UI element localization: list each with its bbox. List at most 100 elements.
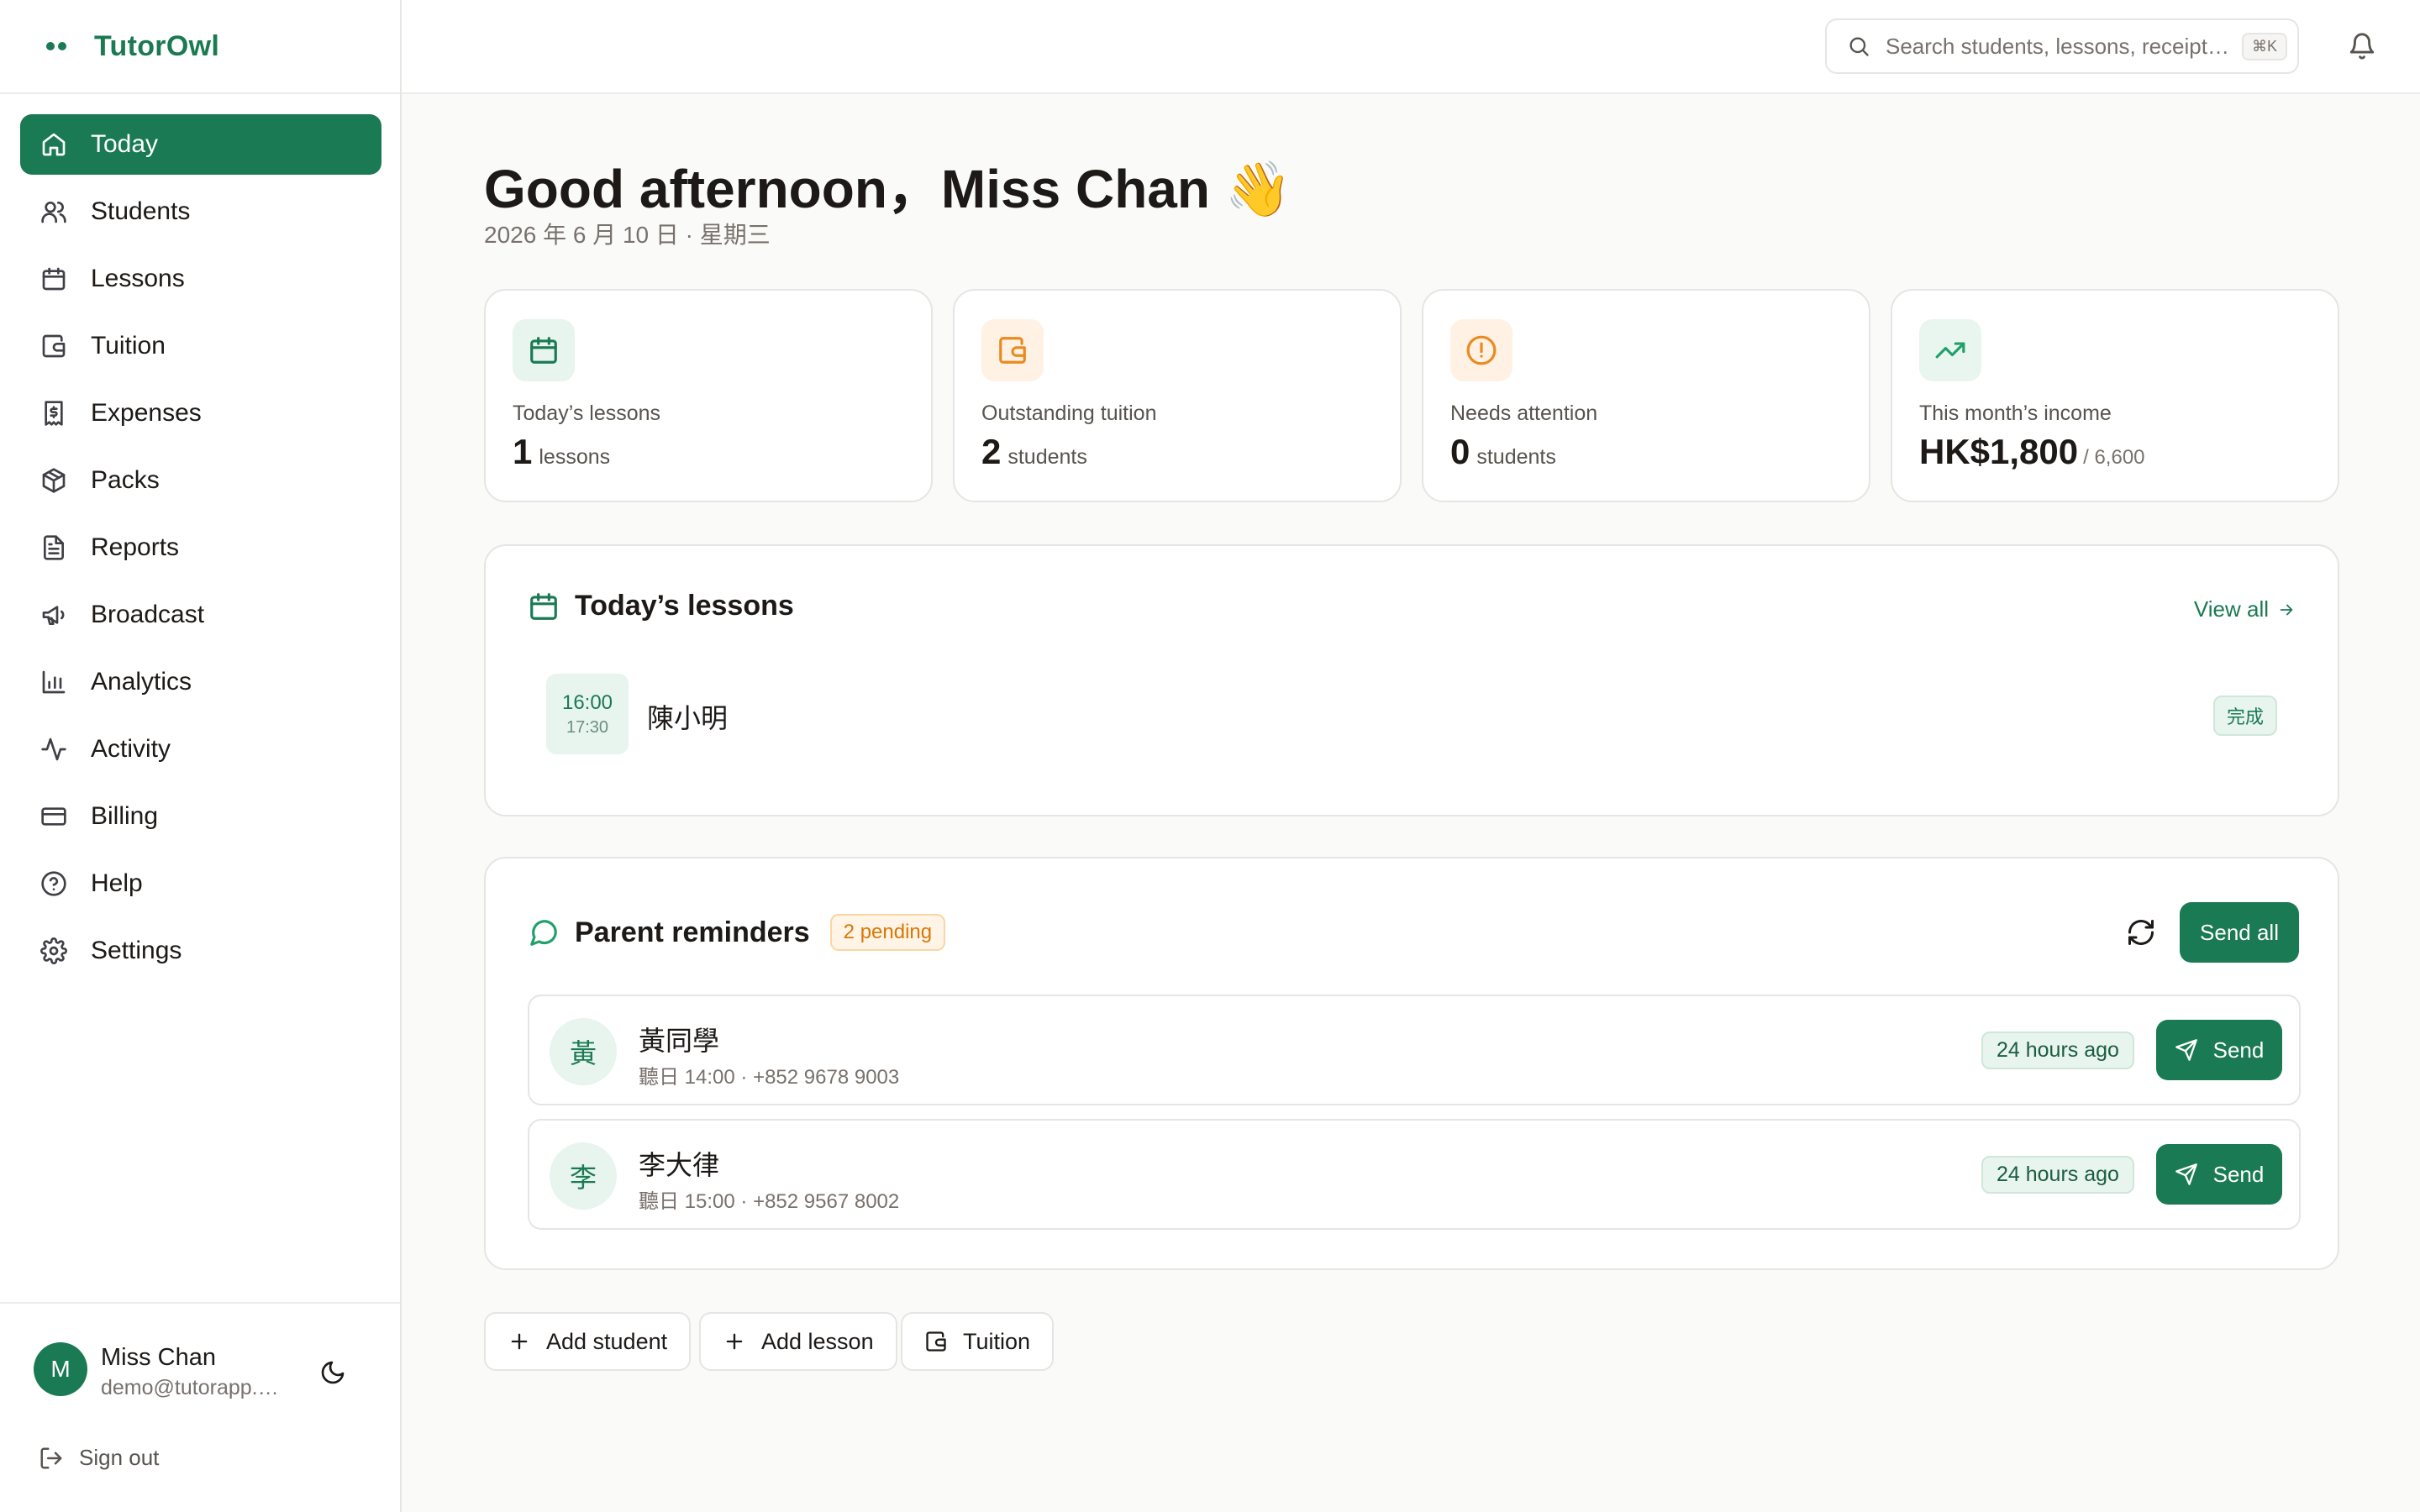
card-title-text: Today’s lessons: [575, 590, 794, 622]
sidebar-item-settings[interactable]: Settings: [20, 921, 381, 981]
user-name: Miss Chan: [101, 1344, 216, 1371]
sidebar-item-today[interactable]: Today: [20, 114, 381, 175]
lesson-end: 17:30: [566, 717, 609, 737]
message-circle-icon: [530, 920, 557, 946]
user-email: demo@tutorapp.com: [101, 1376, 286, 1399]
lesson-time: 16:00 17:30: [546, 674, 629, 754]
user-panel: M Miss Chan demo@tutorapp.com Sign out: [0, 1302, 400, 1512]
stat-value-row: 0 students: [1450, 432, 1556, 472]
sidebar-item-label: Analytics: [91, 668, 192, 696]
send-button[interactable]: Send: [2156, 1020, 2282, 1080]
stat-value: 0: [1450, 432, 1470, 471]
stat-value: HK$1,800: [1919, 432, 2079, 471]
gear-icon: [40, 937, 67, 964]
sidebar: TutorOwl Today Students Lessons Tuition …: [0, 0, 402, 1512]
view-all-label: View all: [2193, 596, 2269, 622]
receipt-icon: [45, 401, 63, 426]
page-title: Good afternoon，Miss Chan 👋: [484, 159, 1292, 219]
stat-value-row: 2 students: [981, 432, 1087, 472]
sidebar-item-reports[interactable]: Reports: [20, 517, 381, 578]
reminder-schedule: 聽日 15:00: [639, 1190, 735, 1213]
owl-logo-icon: [46, 42, 66, 50]
stat-label: Outstanding tuition: [981, 402, 1157, 425]
credit-card-icon: [41, 807, 66, 826]
sidebar-item-label: Tuition: [91, 332, 166, 360]
avatar: 黃: [550, 1018, 617, 1085]
home-icon: [42, 133, 66, 156]
todays-lessons-card: Today’s lessons View all 16:00 17:30 陳小明…: [484, 544, 2339, 816]
sidebar-item-help[interactable]: Help: [20, 853, 381, 914]
view-all-link[interactable]: View all: [2194, 596, 2296, 622]
sidebar-item-activity[interactable]: Activity: [20, 719, 381, 780]
stat-card-monthly-income[interactable]: This month’s income HK$1,800/ 6,600: [1891, 289, 2339, 502]
users-icon: [41, 202, 66, 223]
sidebar-item-label: Students: [91, 197, 191, 225]
sidebar-item-students[interactable]: Students: [20, 181, 381, 242]
topbar: Search students, lessons, receipts... ⌘K: [402, 0, 2420, 94]
lesson-start: 16:00: [561, 690, 613, 714]
stat-value-row: 1 lessons: [513, 432, 610, 472]
reminder-phone: +852 9567 8002: [753, 1190, 900, 1213]
stat-icon-chip: [1919, 319, 1981, 381]
sidebar-item-analytics[interactable]: Analytics: [20, 652, 381, 712]
bell-icon[interactable]: [2348, 32, 2376, 60]
megaphone-icon: [42, 606, 65, 625]
wallet-icon: [926, 1331, 946, 1352]
send-label: Send: [2212, 1161, 2265, 1187]
send-all-button[interactable]: Send all: [2180, 902, 2299, 963]
stat-icon-chip: [513, 319, 575, 381]
arrow-right-icon: [2280, 604, 2293, 615]
tuition-button[interactable]: Tuition: [901, 1312, 1055, 1371]
stat-unit: lessons: [539, 445, 611, 469]
list-item: 黃 黃同學 聽日 14:00 · +852 9678 9003 24 hours…: [528, 995, 2301, 1105]
stat-value: 2: [981, 432, 1002, 471]
stat-card-needs-attention[interactable]: Needs attention 0 students: [1422, 289, 1870, 502]
sidebar-item-expenses[interactable]: Expenses: [20, 383, 381, 444]
moon-icon[interactable]: [319, 1359, 346, 1386]
status-badge: 完成: [2212, 696, 2277, 736]
reminder-meta: 聽日 14:00 · +852 9678 9003: [639, 1066, 900, 1089]
stat-card-todays-lessons[interactable]: Today’s lessons 1 lessons: [484, 289, 933, 502]
sidebar-nav: Today Students Lessons Tuition Expenses …: [20, 114, 381, 988]
sidebar-item-billing[interactable]: Billing: [20, 786, 381, 847]
search-input[interactable]: Search students, lessons, receipts... ⌘K: [1825, 18, 2299, 74]
sidebar-item-label: Activity: [91, 735, 171, 763]
sidebar-item-broadcast[interactable]: Broadcast: [20, 585, 381, 645]
send-button[interactable]: Send: [2156, 1144, 2282, 1205]
avatar[interactable]: M: [34, 1342, 87, 1396]
bar-chart-icon: [42, 670, 66, 694]
alert-circle-icon: [1466, 335, 1497, 365]
stat-value: 1: [513, 432, 533, 471]
stat-label: This month’s income: [1919, 402, 2112, 425]
send-icon: [2175, 1163, 2197, 1185]
sidebar-item-tuition[interactable]: Tuition: [20, 316, 381, 376]
search-placeholder: Search students, lessons, receipts...: [1886, 33, 2230, 59]
stat-target: / 6,600: [2083, 446, 2145, 469]
send-icon: [2175, 1039, 2197, 1061]
brand[interactable]: TutorOwl: [0, 0, 400, 94]
refresh-icon[interactable]: [2126, 917, 2156, 948]
shortcut-badge: ⌘K: [2242, 32, 2288, 60]
sign-out-label: Sign out: [79, 1445, 160, 1470]
add-lesson-button[interactable]: Add lesson: [699, 1312, 897, 1371]
trending-up-icon: [1935, 342, 1965, 359]
activity-icon: [41, 738, 66, 761]
list-item: 李 李大律 聽日 15:00 · +852 9567 8002 24 hours…: [528, 1119, 2301, 1230]
sign-out-button[interactable]: Sign out: [39, 1445, 159, 1471]
sidebar-item-label: Expenses: [91, 399, 202, 427]
package-icon: [42, 468, 66, 493]
stat-icon-chip: [1450, 319, 1512, 381]
reminder-age: 24 hours ago: [1981, 1156, 2134, 1194]
add-student-label: Add student: [546, 1328, 668, 1354]
file-text-icon: [44, 535, 64, 560]
stat-card-outstanding-tuition[interactable]: Outstanding tuition 2 students: [953, 289, 1402, 502]
lesson-student[interactable]: 陳小明: [647, 697, 728, 736]
add-student-button[interactable]: Add student: [484, 1312, 692, 1371]
sidebar-item-packs[interactable]: Packs: [20, 450, 381, 511]
plus-icon: [726, 1333, 743, 1350]
stat-unit: students: [1476, 445, 1556, 469]
search-icon: [1849, 37, 1869, 56]
sidebar-item-lessons[interactable]: Lessons: [20, 249, 381, 309]
calendar-icon: [530, 337, 557, 364]
stat-unit: students: [1007, 445, 1087, 469]
